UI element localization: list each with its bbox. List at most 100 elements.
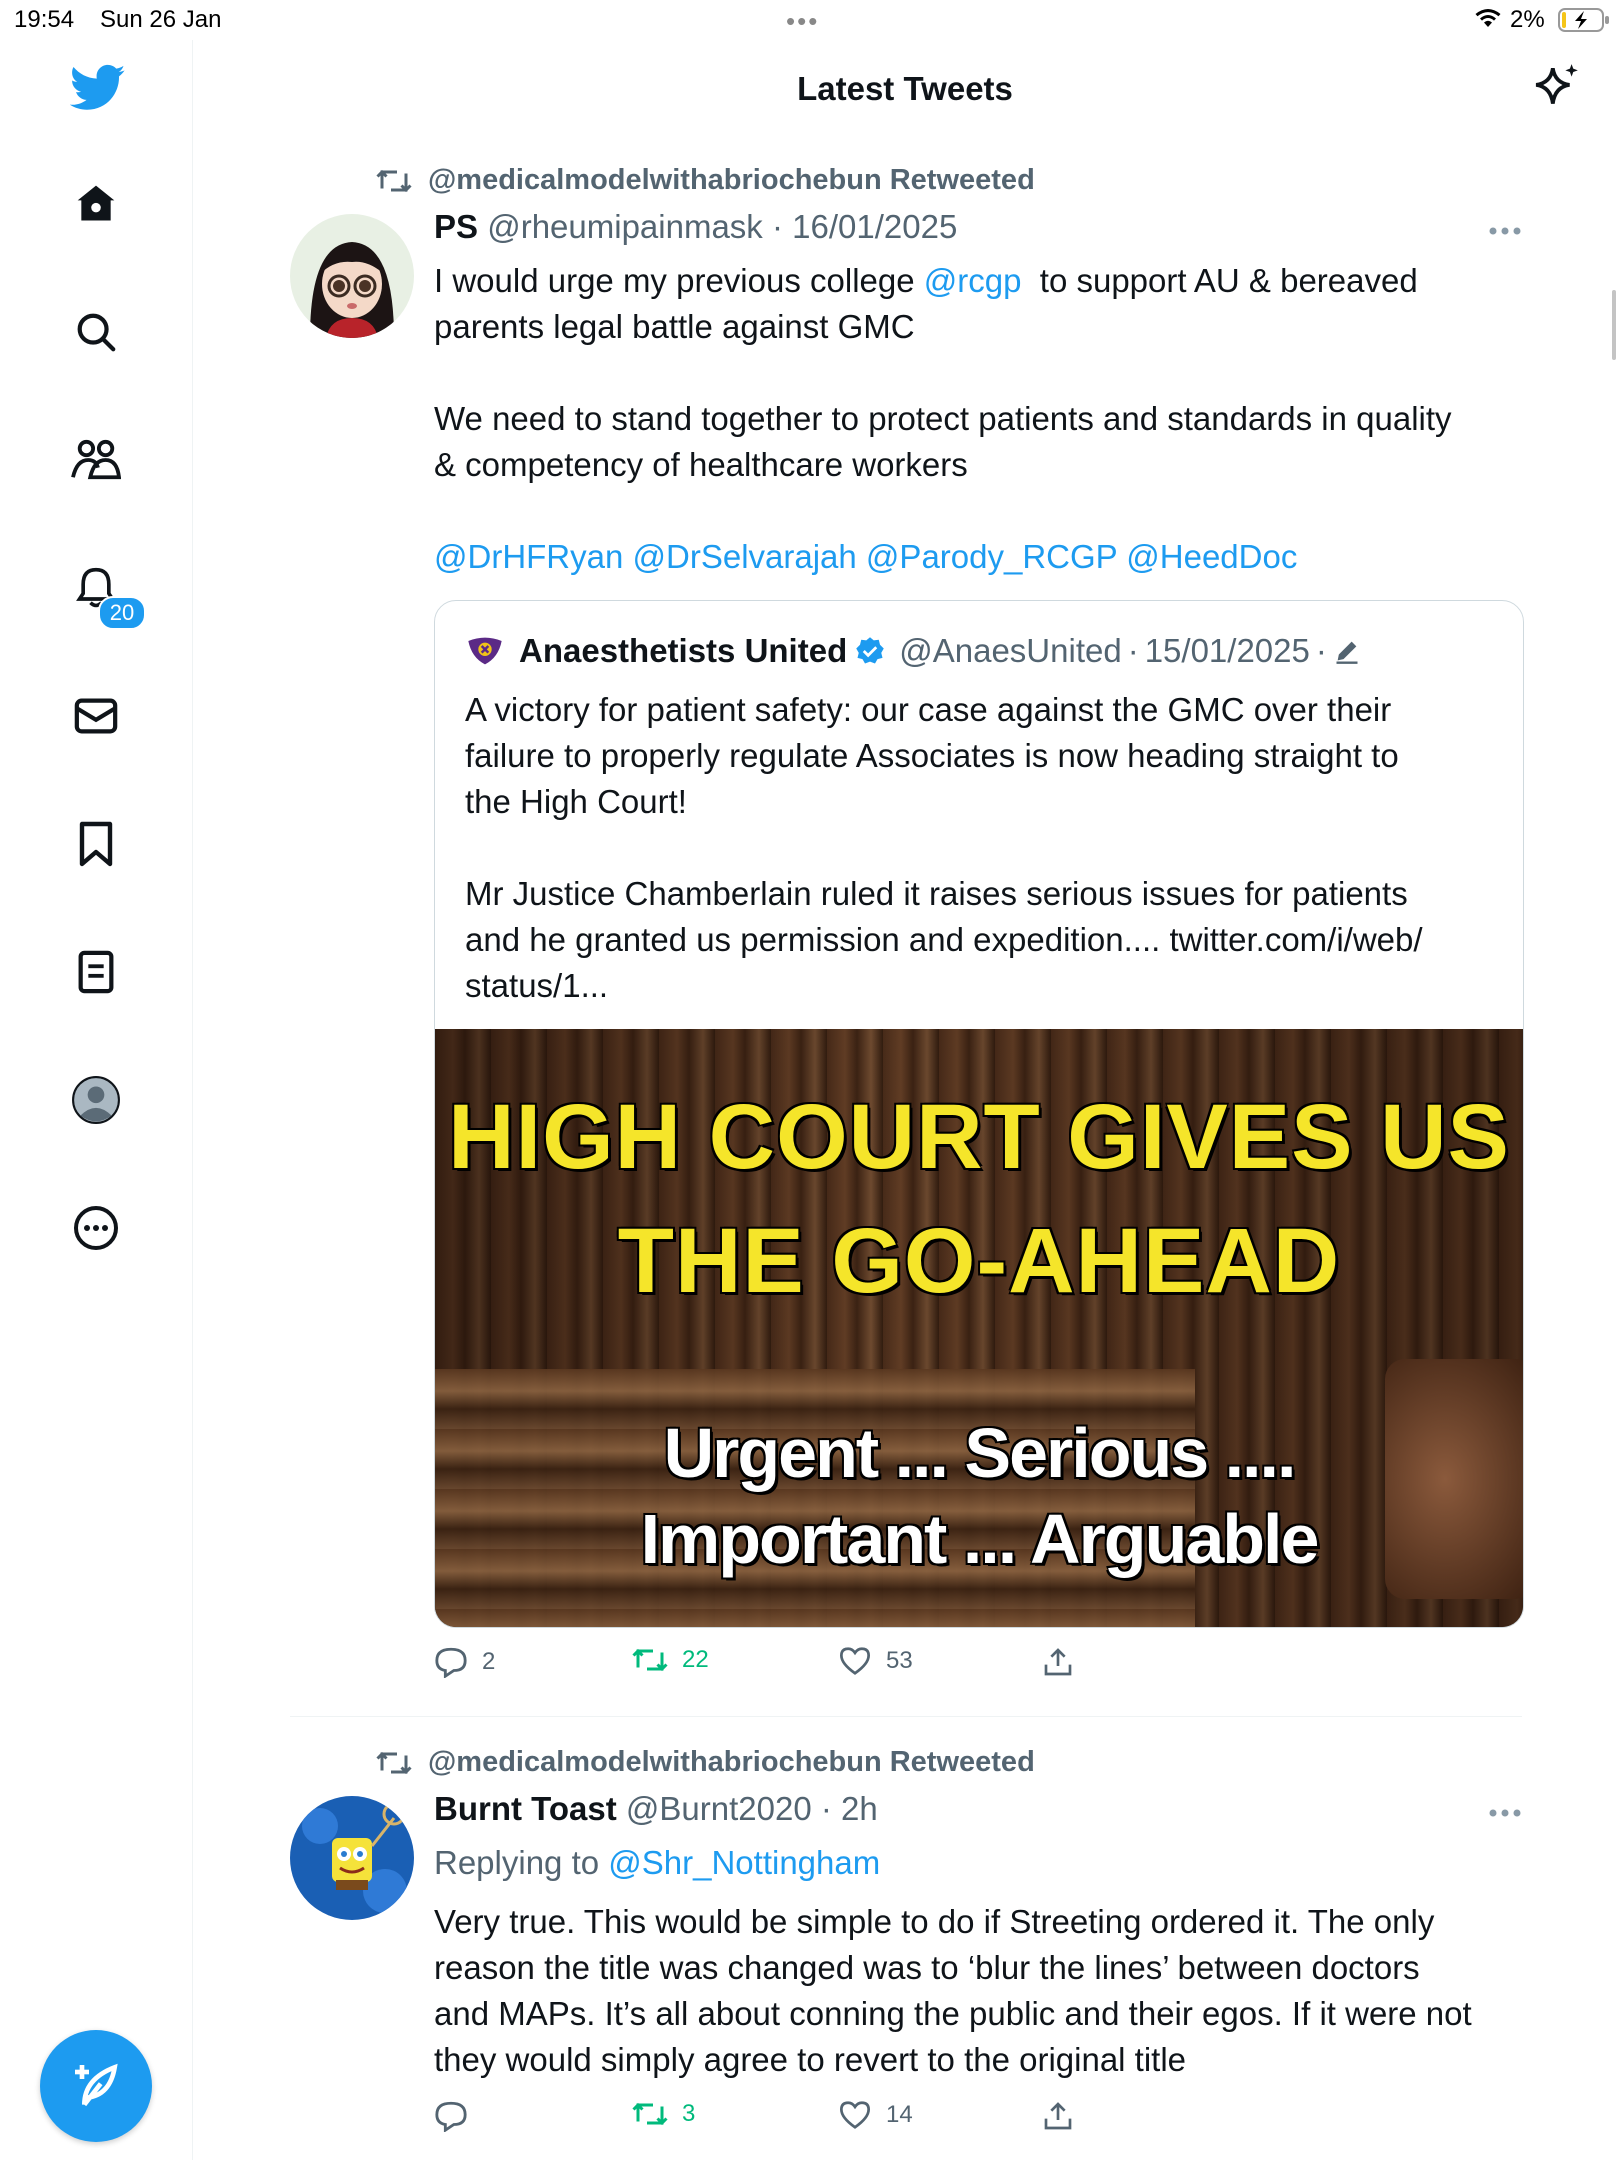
tweet-divider xyxy=(290,1716,1522,1717)
retweeted-by-label[interactable]: @medicalmodelwithabriochebun Retweeted xyxy=(376,164,1035,197)
avatar[interactable] xyxy=(290,1796,414,1920)
reply-count: 2 xyxy=(482,1648,496,1675)
image-headline-1: HIGH COURT GIVES US xyxy=(448,1086,1510,1188)
replying-to-link[interactable]: @Shr_Nottingham xyxy=(608,1844,880,1881)
profile-icon[interactable] xyxy=(70,1074,122,1126)
separator: · xyxy=(771,208,783,245)
sparkle-icon[interactable] xyxy=(1532,62,1582,112)
author-handle[interactable]: @rheumipainmask xyxy=(487,208,763,245)
avatar[interactable] xyxy=(290,214,414,338)
scrollbar[interactable] xyxy=(1612,290,1616,360)
tweet-header: PS @rheumipainmask · 16/01/2025 xyxy=(434,208,957,246)
status-bar: 19:54 Sun 26 Jan ••• 2% xyxy=(0,0,1620,40)
battery-charging-icon xyxy=(1558,8,1609,32)
retweet-icon xyxy=(632,2102,668,2126)
quote-line: failure to properly regulate Associates … xyxy=(465,737,1399,774)
author-name[interactable]: PS xyxy=(434,208,478,245)
quote-line xyxy=(465,825,1485,871)
heart-icon xyxy=(839,1647,871,1675)
more-options-icon[interactable] xyxy=(1488,1808,1522,1818)
retweet-icon xyxy=(632,1648,668,1672)
status-date: Sun 26 Jan xyxy=(100,6,222,33)
retweet-count: 3 xyxy=(682,2100,696,2127)
quote-line: Mr Justice Chamberlain ruled it raises s… xyxy=(465,875,1408,912)
tweet-actions: 3 14 xyxy=(434,2100,1114,2140)
share-icon xyxy=(1044,2102,1072,2130)
share-button[interactable] xyxy=(1042,1646,1074,1678)
image-subtitle-1: Urgent ... Serious .... xyxy=(663,1414,1297,1492)
retweeted-by-text: @medicalmodelwithabriochebun Retweeted xyxy=(428,1746,1035,1778)
like-button[interactable]: 53 xyxy=(838,1646,913,1676)
quote-date[interactable]: 15/01/2025 xyxy=(1145,632,1310,670)
retweet-button[interactable]: 22 xyxy=(632,1646,709,1674)
twitter-logo-icon[interactable] xyxy=(70,64,126,112)
tweet-line: parents legal battle against GMC xyxy=(434,308,915,345)
page-title: Latest Tweets xyxy=(797,70,1013,107)
tweet-text-segment: I would urge my previous college xyxy=(434,262,924,299)
tweet-header: Burnt Toast @Burnt2020 · 2h xyxy=(434,1790,878,1828)
books-illustration xyxy=(435,1369,1195,1627)
tweet-line: they would simply agree to revert to the… xyxy=(434,2041,1187,2078)
tweet-text: Very true. This would be simple to do if… xyxy=(434,1899,1534,2083)
anaesthetists-united-logo[interactable] xyxy=(465,631,505,671)
tweet-line: Very true. This would be simple to do if… xyxy=(434,1903,1435,1940)
quote-header: Anaesthetists United @AnaesUnited · 15/0… xyxy=(465,631,1361,671)
tweet-date[interactable]: 16/01/2025 xyxy=(792,208,957,245)
status-time: 19:54 xyxy=(14,6,75,33)
reply-button[interactable] xyxy=(434,2100,482,2132)
quote-text: A victory for patient safety: our case a… xyxy=(465,687,1485,1009)
replying-to-label: Replying to xyxy=(434,1844,609,1881)
author-handle[interactable]: @Burnt2020 xyxy=(626,1790,812,1827)
reply-icon xyxy=(435,1647,467,1678)
communities-icon[interactable] xyxy=(70,434,122,486)
replying-to: Replying to @Shr_Nottingham xyxy=(434,1840,1534,1886)
home-icon[interactable] xyxy=(70,178,122,230)
retweeted-by-label[interactable]: @medicalmodelwithabriochebun Retweeted xyxy=(376,1746,1035,1779)
compose-feather-icon xyxy=(75,2063,118,2107)
tweet-actions: 2 22 53 xyxy=(434,1646,1114,1686)
separator: · xyxy=(820,1790,832,1827)
tweet-line: reason the title was changed was to ‘blu… xyxy=(434,1949,1420,1986)
separator: · xyxy=(1315,632,1327,669)
tweet-line: We need to stand together to protect pat… xyxy=(434,400,1452,437)
tweet-line: and MAPs. It’s all about conning the pub… xyxy=(434,1995,1472,2032)
quote-line: A victory for patient safety: our case a… xyxy=(465,691,1392,728)
search-icon[interactable] xyxy=(70,306,122,358)
mention-links[interactable]: @DrHFRyan @DrSelvarajah @Parody_RCGP @He… xyxy=(434,534,1534,580)
messages-icon[interactable] xyxy=(70,690,122,742)
tweet-line: & competency of healthcare workers xyxy=(434,446,968,483)
like-button[interactable]: 14 xyxy=(838,2100,913,2130)
sidebar: 20 xyxy=(0,40,193,2160)
multitasking-dots[interactable]: ••• xyxy=(786,6,819,37)
quoted-tweet[interactable]: Anaesthetists United @AnaesUnited · 15/0… xyxy=(434,600,1524,1628)
quote-image[interactable]: HIGH COURT GIVES US THE GO-AHEAD Urgent … xyxy=(435,1029,1523,1627)
reply-icon xyxy=(435,2101,467,2132)
tweet-text-segment: to support AU & bereaved xyxy=(1021,262,1418,299)
wifi-icon xyxy=(1475,9,1501,27)
separator: · xyxy=(1127,632,1139,669)
share-button[interactable] xyxy=(1042,2100,1074,2132)
heart-icon xyxy=(839,2101,871,2129)
more-options-icon[interactable] xyxy=(1488,226,1522,236)
image-headline-2: THE GO-AHEAD xyxy=(617,1210,1341,1312)
reply-button[interactable]: 2 xyxy=(434,1646,495,1678)
like-count: 53 xyxy=(886,1647,913,1674)
compose-tweet-button[interactable] xyxy=(40,2030,152,2142)
retweet-icon xyxy=(376,169,412,192)
author-name[interactable]: Burnt Toast xyxy=(434,1790,617,1827)
battery-percent: 2% xyxy=(1510,6,1545,33)
quote-author-name[interactable]: Anaesthetists United xyxy=(519,632,847,670)
quote-author-handle[interactable]: @AnaesUnited xyxy=(899,632,1121,670)
edited-pencil-icon xyxy=(1336,641,1358,664)
more-icon[interactable] xyxy=(70,1202,122,1254)
tweet-date[interactable]: 2h xyxy=(841,1790,878,1827)
tweet-line: I would urge my previous college @rcgp t… xyxy=(434,258,1534,304)
lists-icon[interactable] xyxy=(70,946,122,998)
retweet-button[interactable]: 3 xyxy=(632,2100,695,2128)
notifications-badge: 20 xyxy=(98,596,146,630)
quote-line: and he granted us permission and expedit… xyxy=(465,921,1423,958)
bookmark-icon[interactable] xyxy=(70,818,122,870)
image-subtitle-2: Important ... Arguable xyxy=(640,1500,1320,1578)
quote-line: status/1... xyxy=(465,967,609,1004)
mention-link[interactable]: @rcgp xyxy=(924,262,1022,299)
